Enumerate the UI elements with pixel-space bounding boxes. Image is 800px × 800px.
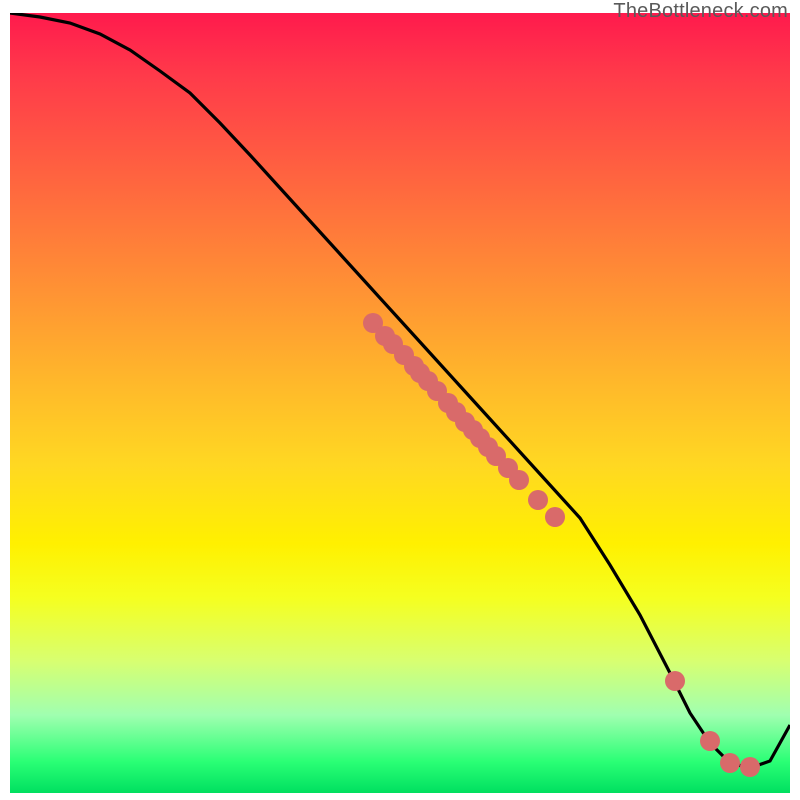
chart-markers (363, 313, 760, 777)
chart-marker (720, 753, 740, 773)
chart-container: TheBottleneck.com (0, 0, 800, 800)
chart-marker (545, 507, 565, 527)
chart-marker (665, 671, 685, 691)
chart-marker (528, 490, 548, 510)
chart-curve (10, 13, 790, 768)
chart-marker (700, 731, 720, 751)
chart-marker (509, 470, 529, 490)
chart-overlay (10, 13, 790, 793)
chart-marker (740, 757, 760, 777)
